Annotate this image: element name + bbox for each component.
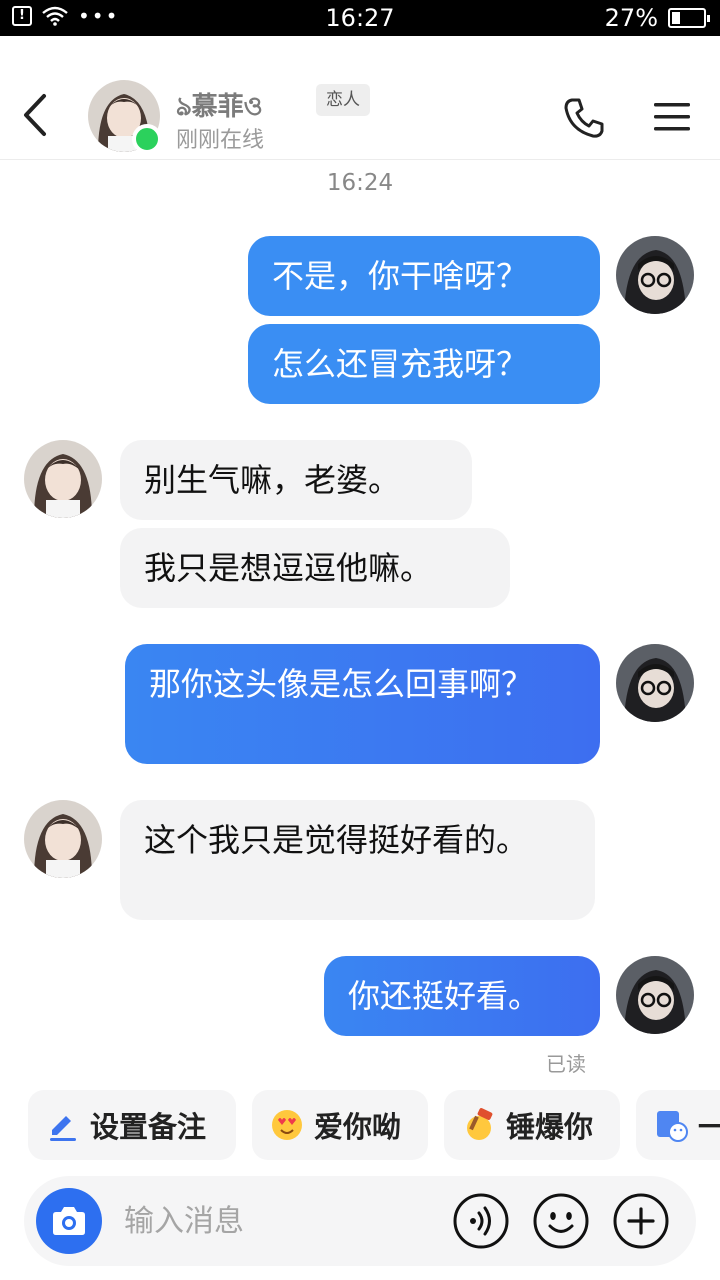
quick-action-sticker[interactable]: 一	[636, 1090, 720, 1160]
my-avatar[interactable]	[616, 644, 694, 722]
chip-label: 一	[698, 1110, 720, 1144]
plus-icon[interactable]	[612, 1192, 670, 1250]
message-bubble-outgoing[interactable]: 怎么还冒充我呀？	[248, 324, 600, 404]
contact-avatar[interactable]	[88, 80, 162, 154]
presence-status: 刚刚在线	[176, 128, 265, 153]
message-bubble-incoming[interactable]: 这个我只是觉得挺好看的。	[120, 800, 595, 920]
status-right: 27%	[604, 4, 710, 32]
quick-action-set-remark[interactable]: 设置备注	[28, 1090, 236, 1160]
hamburger-menu-icon[interactable]	[652, 100, 692, 134]
emoji-icon[interactable]	[532, 1192, 590, 1250]
message-bubble-outgoing[interactable]: 不是，你干啥呀？	[248, 236, 600, 316]
quick-action-bar: 设置备注 爱你呦 锤爆你 一	[0, 1088, 720, 1162]
quick-action-love-you[interactable]: 爱你呦	[252, 1090, 428, 1160]
hammer-emoji-icon	[467, 1108, 493, 1140]
chip-label: 爱你呦	[314, 1110, 402, 1144]
message-bubble-incoming[interactable]: 我只是想逗逗他嘛。	[120, 528, 510, 608]
my-avatar[interactable]	[616, 236, 694, 314]
heart-eyes-emoji-icon	[272, 1110, 302, 1140]
message-bubble-outgoing[interactable]: 那你这头像是怎么回事啊？	[125, 644, 600, 764]
contact-message-avatar[interactable]	[24, 800, 102, 878]
message-input[interactable]	[124, 1196, 424, 1246]
my-avatar[interactable]	[616, 956, 694, 1034]
chip-label: 锤爆你	[506, 1110, 594, 1144]
message-input-bar	[24, 1176, 696, 1266]
battery-percent: 27%	[604, 4, 658, 32]
status-bar: ! ••• 16:27 27%	[0, 0, 720, 36]
camera-icon	[53, 1207, 85, 1235]
camera-button[interactable]	[36, 1188, 102, 1254]
pencil-icon	[50, 1116, 76, 1141]
read-receipt: 已读	[546, 1052, 586, 1076]
battery-icon	[668, 8, 710, 28]
chip-label: 设置备注	[90, 1110, 207, 1144]
chat-screen: ! ••• 16:27 27% ঌ慕菲ও 恋人 刚刚在线 16:24 不是，你干…	[0, 0, 720, 1280]
quick-action-hammer-you[interactable]: 锤爆你	[444, 1090, 620, 1160]
relationship-tag: 恋人	[316, 84, 370, 116]
chat-header: ঌ慕菲ও 恋人 刚刚在线	[0, 36, 720, 160]
voice-icon[interactable]	[452, 1192, 510, 1250]
chevron-left-icon[interactable]	[16, 92, 56, 138]
message-bubble-outgoing[interactable]: 你还挺好看。	[324, 956, 600, 1036]
phone-icon[interactable]	[562, 96, 606, 140]
message-bubble-incoming[interactable]: 别生气嘛，老婆。	[120, 440, 472, 520]
message-timestamp: 16:24	[326, 170, 394, 196]
sticker-icon	[657, 1111, 688, 1142]
online-indicator	[132, 124, 162, 154]
contact-message-avatar[interactable]	[24, 440, 102, 518]
battery-fill	[672, 12, 680, 24]
